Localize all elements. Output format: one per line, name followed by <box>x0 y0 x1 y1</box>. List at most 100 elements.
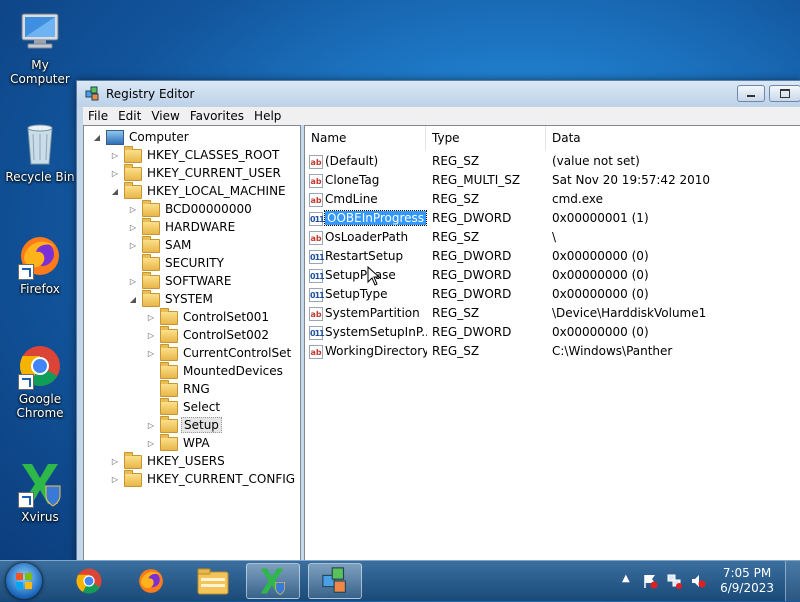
show-hidden-icons-icon[interactable]: ▲ <box>622 573 630 584</box>
action-center-icon[interactable] <box>642 573 658 589</box>
maximize-icon <box>780 89 790 98</box>
column-header-type[interactable]: Type <box>426 126 546 150</box>
tree-node-sam[interactable]: ▷ SAM <box>128 235 193 255</box>
tree-node-computer[interactable]: ◢ Computer <box>92 128 191 146</box>
column-header-name[interactable]: Name <box>305 126 426 150</box>
shortcut-arrow-icon <box>18 492 34 508</box>
expand-arrow-icon[interactable]: ▷ <box>110 165 120 183</box>
folder-open-icon <box>160 415 178 433</box>
tree-node-security[interactable]: SECURITY <box>128 253 226 272</box>
value-row[interactable]: ab (Default) REG_SZ (value not set) <box>305 152 800 171</box>
folder-icon <box>142 253 160 271</box>
expand-arrow-icon[interactable]: ▷ <box>110 453 120 471</box>
folder-icon <box>124 145 142 163</box>
column-header-data[interactable]: Data <box>546 126 800 150</box>
desktop-icon-label: Firefox <box>20 282 60 296</box>
collapse-arrow-icon[interactable]: ◢ <box>128 291 138 309</box>
taskbar-chrome[interactable] <box>62 563 116 599</box>
taskbar-xvirus[interactable] <box>246 563 300 599</box>
value-row-selected[interactable]: 011 OOBEInProgress REG_DWORD 0x00000001 (1) <box>305 209 800 228</box>
firefox-icon <box>139 569 163 593</box>
taskbar-registry-editor[interactable] <box>308 563 362 599</box>
tree-node-currentcontrolset[interactable]: ▷ CurrentControlSet <box>146 343 293 363</box>
tree-node-mounteddevices[interactable]: MountedDevices <box>146 361 285 380</box>
expand-arrow-icon[interactable]: ▷ <box>110 471 120 489</box>
tree-node-hkey-users[interactable]: ▷ HKEY_USERS <box>110 451 227 471</box>
recycle-bin-icon <box>16 120 64 168</box>
tree-node-controlset002[interactable]: ▷ ControlSet002 <box>146 325 271 345</box>
desktop-icon-my-computer[interactable]: My Computer <box>0 8 80 86</box>
clock[interactable]: 7:05 PM 6/9/2023 <box>720 566 774 596</box>
value-row[interactable]: ab CmdLine REG_SZ cmd.exe <box>305 190 800 209</box>
expand-arrow-icon[interactable]: ▷ <box>110 147 120 165</box>
expand-arrow-icon[interactable]: ▷ <box>128 219 138 237</box>
menu-favorites[interactable]: Favorites <box>185 107 249 123</box>
value-row[interactable]: 011RestartSetup REG_DWORD 0x00000000 (0) <box>305 247 800 266</box>
maximize-button[interactable] <box>769 85 800 102</box>
binary-value-icon: 011 <box>309 268 325 283</box>
tree-node-hkey-classes-root[interactable]: ▷ HKEY_CLASSES_ROOT <box>110 145 281 165</box>
expand-arrow-icon[interactable]: ▷ <box>128 273 138 291</box>
tree-node-software[interactable]: ▷ SOFTWARE <box>128 271 233 291</box>
value-row[interactable]: ab OsLoaderPath REG_SZ \ <box>305 228 800 247</box>
registry-values-pane[interactable]: Name Type Data ab (Default) REG_SZ (value n… <box>304 125 800 563</box>
tree-node-system[interactable]: ◢ SYSTEM <box>128 289 215 309</box>
expand-arrow-icon[interactable]: ▷ <box>146 327 156 345</box>
folder-icon <box>124 163 142 181</box>
desktop-icon-google-chrome[interactable]: Google Chrome <box>0 342 80 420</box>
expand-arrow-icon[interactable]: ▷ <box>128 237 138 255</box>
tree-node-controlset001[interactable]: ▷ ControlSet001 <box>146 307 271 327</box>
registry-editor-icon <box>322 567 346 593</box>
tree-node-hkey-current-user[interactable]: ▷ HKEY_CURRENT_USER <box>110 163 283 183</box>
folder-icon <box>124 451 142 469</box>
value-row[interactable]: ab SystemPartition REG_SZ \Device\HarddiskV… <box>305 304 800 323</box>
menu-edit[interactable]: Edit <box>113 107 146 123</box>
registry-editor-window: Registry Editor File Edit View Favorites Hel… <box>76 80 800 564</box>
minimize-button[interactable] <box>737 85 765 102</box>
taskbar-firefox[interactable] <box>124 563 178 599</box>
binary-value-icon: 011 <box>309 325 325 340</box>
tree-node-wpa[interactable]: ▷ WPA <box>146 433 212 453</box>
desktop-icon-firefox[interactable]: Firefox <box>0 232 80 296</box>
menu-help[interactable]: Help <box>249 107 286 123</box>
value-row[interactable]: ab CloneTag REG_MULTI_SZ Sat Nov 20 19:57:4… <box>305 171 800 190</box>
folder-icon <box>160 433 178 451</box>
registry-tree-pane[interactable]: ◢ Computer ▷ HKEY_CLASSES_ROOT ▷ HKEY_CURRE… <box>83 125 301 563</box>
network-icon[interactable] <box>666 573 682 589</box>
value-row[interactable]: 011SetupType REG_DWORD 0x00000000 (0) <box>305 285 800 304</box>
desktop-icon-xvirus[interactable]: Xvirus <box>0 460 80 524</box>
menu-view[interactable]: View <box>146 107 184 123</box>
desktop-icon-label: Google Chrome <box>16 392 64 420</box>
value-row[interactable]: ab WorkingDirectory REG_SZ C:\Windows\Panth… <box>305 342 800 361</box>
computer-icon <box>106 130 124 145</box>
title-bar[interactable]: Registry Editor <box>77 81 800 107</box>
value-row[interactable]: 011SystemSetupInP... REG_DWORD 0x00000000 … <box>305 323 800 342</box>
expand-arrow-icon[interactable]: ▷ <box>146 345 156 363</box>
expand-arrow-icon[interactable]: ▷ <box>146 309 156 327</box>
tree-node-hkey-local-machine[interactable]: ◢ HKEY_LOCAL_MACHINE <box>110 181 288 201</box>
tree-node-bcd00000000[interactable]: ▷ BCD00000000 <box>128 199 254 219</box>
mouse-cursor-icon <box>367 266 381 286</box>
expand-arrow-icon[interactable]: ▷ <box>128 201 138 219</box>
tree-node-setup[interactable]: ▷ Setup <box>146 415 222 435</box>
menu-file[interactable]: File <box>83 107 113 123</box>
tree-node-select[interactable]: Select <box>146 397 222 416</box>
taskbar-file-explorer[interactable] <box>186 563 240 599</box>
tree-node-hardware[interactable]: ▷ HARDWARE <box>128 217 237 237</box>
start-button[interactable] <box>6 563 42 599</box>
expand-arrow-icon[interactable]: ▷ <box>146 435 156 453</box>
desktop-icon-label: Recycle Bin <box>5 170 75 184</box>
taskbar: ▲ 7:05 PM 6/9/2023 <box>0 560 800 601</box>
desktop-icon-recycle-bin[interactable]: Recycle Bin <box>0 120 80 184</box>
folder-icon <box>160 361 178 379</box>
tree-node-hkey-current-config[interactable]: ▷ HKEY_CURRENT_CONFIG <box>110 469 297 489</box>
expand-arrow-icon[interactable]: ▷ <box>146 417 156 435</box>
folder-icon <box>160 307 178 325</box>
volume-muted-icon[interactable] <box>690 573 706 589</box>
show-desktop-button[interactable] <box>785 561 800 601</box>
desktop-icon-label: Xvirus <box>21 510 59 524</box>
system-tray: ▲ <box>618 561 718 601</box>
collapse-arrow-icon[interactable]: ◢ <box>92 129 102 147</box>
tree-node-rng[interactable]: RNG <box>146 379 212 398</box>
collapse-arrow-icon[interactable]: ◢ <box>110 183 120 201</box>
